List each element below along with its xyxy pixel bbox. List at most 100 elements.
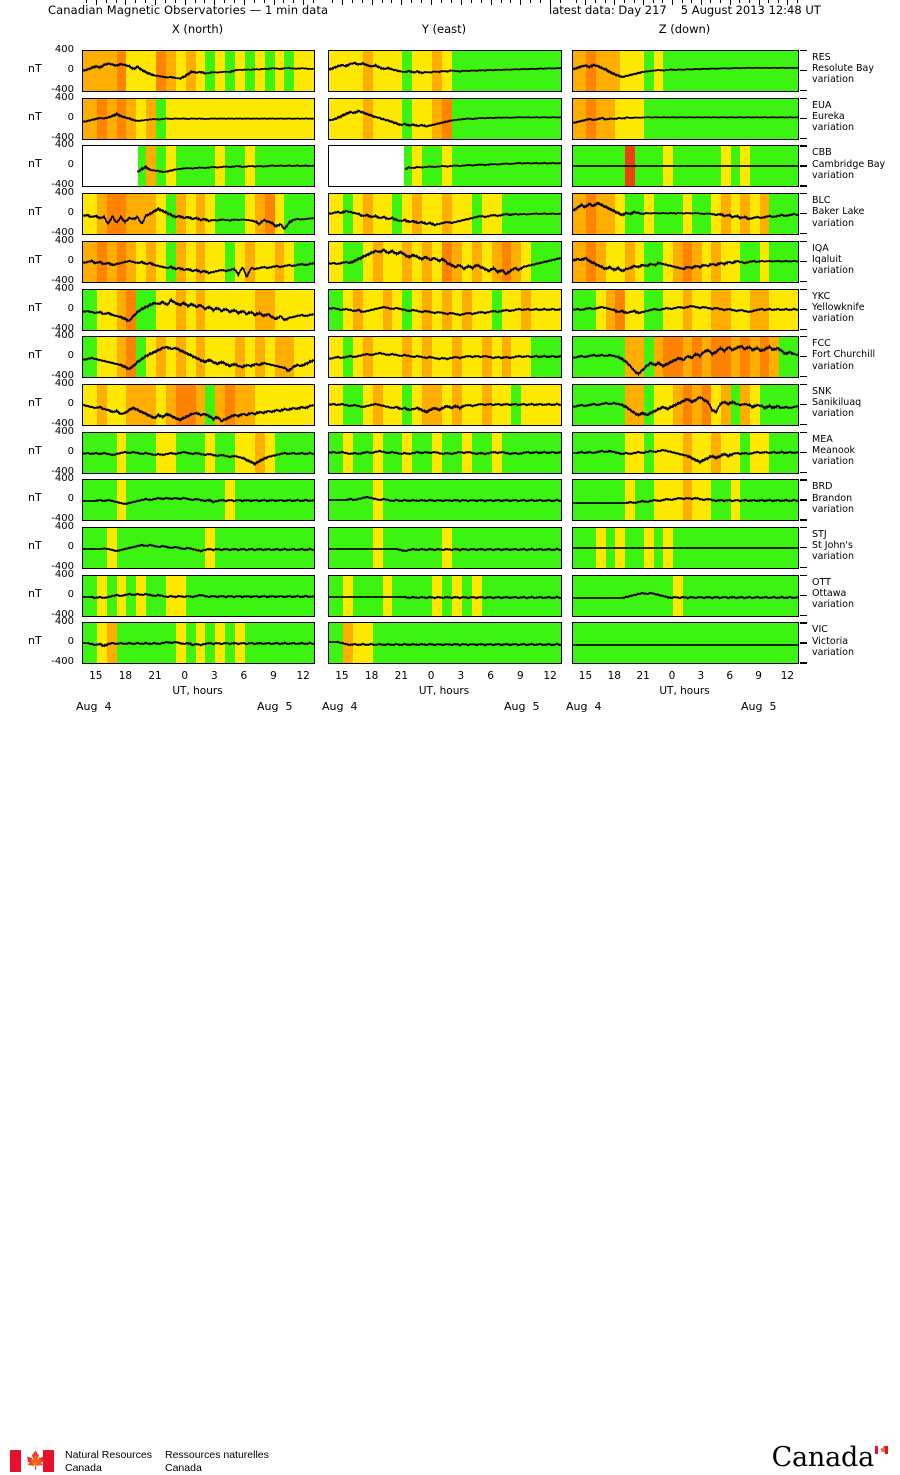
y-tick-eua-0: 400 xyxy=(54,91,74,103)
panel-ott-x xyxy=(82,574,315,617)
plot-area xyxy=(82,383,315,426)
panel-iqa-y xyxy=(328,240,562,283)
station-variation-label: variation xyxy=(812,503,855,515)
station-variation-label: variation xyxy=(812,599,855,611)
plot-area xyxy=(328,288,562,331)
plot-area xyxy=(82,527,315,569)
axis-tick xyxy=(460,0,462,5)
x-tick-label-y-0: 15 xyxy=(335,670,349,683)
canada-flag-icon: 🍁 xyxy=(10,1450,54,1472)
station-variation-label: variation xyxy=(812,408,855,420)
station-code: VIC xyxy=(812,624,828,636)
axis-tick xyxy=(560,0,561,3)
plot-area xyxy=(328,431,562,474)
y-tick-blc-1: 0 xyxy=(67,207,74,219)
plot-area xyxy=(572,622,799,665)
x-tick-label-x-6: 9 xyxy=(270,670,277,683)
right-axis-tick xyxy=(800,240,807,243)
panel-eua-x xyxy=(82,97,315,140)
plot-area xyxy=(82,574,315,617)
station-label-blc: BLC Baker Lake variation xyxy=(812,195,864,229)
nrcan-en-line2: Canada xyxy=(65,1462,102,1474)
axis-tick xyxy=(720,0,722,3)
magnetogram-trace xyxy=(83,528,314,568)
axis-tick xyxy=(787,0,789,5)
y-tick-snk-1: 0 xyxy=(67,397,74,409)
y-tick-vic-2: -400 xyxy=(51,656,74,668)
station-label-res: RES Resolute Bay variation xyxy=(812,52,874,86)
plot-area xyxy=(82,431,315,474)
station-variation-label: variation xyxy=(812,169,855,181)
magnetogram-trace xyxy=(83,385,314,425)
plot-area xyxy=(82,288,315,331)
axis-tick xyxy=(313,0,314,3)
panel-vic-y xyxy=(328,622,562,665)
plot-area xyxy=(572,527,799,569)
x-axis-title-z: UT, hours xyxy=(659,685,710,698)
right-axis-tick xyxy=(800,642,807,644)
station-name: Sanikiluaq xyxy=(812,397,862,409)
axis-tick xyxy=(155,0,157,5)
panel-ott-z xyxy=(572,574,799,617)
magnetogram-trace xyxy=(329,99,561,139)
x-tick-label-y-7: 12 xyxy=(543,670,557,683)
axis-tick xyxy=(691,0,693,3)
plot-area xyxy=(82,97,315,140)
nrcan-wordmark-en: Natural Resources Canada xyxy=(65,1449,152,1475)
nrcan-wordmark-fr: Ressources naturelles Canada xyxy=(165,1449,269,1475)
station-name: St John's xyxy=(812,540,853,552)
right-axis-tick xyxy=(800,383,807,386)
axis-tick xyxy=(530,0,532,3)
station-code: OTT xyxy=(812,576,831,588)
plot-area xyxy=(82,622,315,665)
station-variation-label: variation xyxy=(812,551,855,563)
magnetogram-trace xyxy=(83,480,314,520)
column-title-z: Z (down) xyxy=(658,22,711,36)
magnetogram-trace xyxy=(83,433,314,473)
x-tick-label-y-2: 21 xyxy=(394,670,409,683)
axis-tick xyxy=(125,0,127,5)
axis-tick xyxy=(115,0,117,3)
axis-tick xyxy=(681,0,683,3)
station-name: Fort Churchill xyxy=(812,349,876,361)
x-tick-label-x-2: 21 xyxy=(148,670,162,683)
x-tick-label-x-0: 15 xyxy=(89,670,103,683)
right-axis-tick xyxy=(800,574,807,576)
magnetogram-trace xyxy=(83,623,314,663)
right-axis-tick xyxy=(800,431,807,433)
panel-res-x xyxy=(82,50,315,92)
axis-tick xyxy=(164,0,166,3)
station-variation-label: variation xyxy=(812,312,855,324)
y-tick-snk-0: 400 xyxy=(54,377,74,389)
x-axis-title-y: UT, hours xyxy=(418,685,470,698)
axis-tick xyxy=(710,0,712,3)
plot-area xyxy=(572,50,799,92)
axis-tick xyxy=(341,0,343,5)
station-code: IQA xyxy=(812,242,829,254)
station-label-fcc: FCC Fort Churchill variation xyxy=(812,338,875,372)
station-name: Resolute Bay xyxy=(812,63,874,75)
axis-tick xyxy=(739,0,741,3)
panel-ykc-x xyxy=(82,288,315,331)
axis-tick xyxy=(729,0,731,5)
panel-snk-y xyxy=(328,383,562,426)
plot-area xyxy=(328,527,562,569)
right-axis-tick xyxy=(800,260,807,263)
right-axis-tick xyxy=(800,50,807,52)
y-tick-blc-0: 400 xyxy=(54,187,74,199)
magnetogram-trace xyxy=(329,576,561,616)
y-tick-ott-1: 0 xyxy=(67,588,74,600)
station-code: RES xyxy=(812,52,831,63)
axis-tick xyxy=(303,0,305,5)
station-label-eua: EUA Eureka variation xyxy=(812,100,854,134)
axis-tick xyxy=(510,0,512,3)
axis-tick xyxy=(391,0,393,3)
panel-blc-x xyxy=(82,193,315,236)
plot-area xyxy=(572,97,799,140)
magnetogram-trace xyxy=(329,337,561,377)
station-name: Baker Lake xyxy=(812,206,865,218)
axis-tick xyxy=(381,0,383,3)
station-label-ott: OTT Ottawa variation xyxy=(812,577,854,611)
x-tick-label-x-7: 12 xyxy=(296,670,310,683)
right-axis-tick xyxy=(800,356,807,358)
